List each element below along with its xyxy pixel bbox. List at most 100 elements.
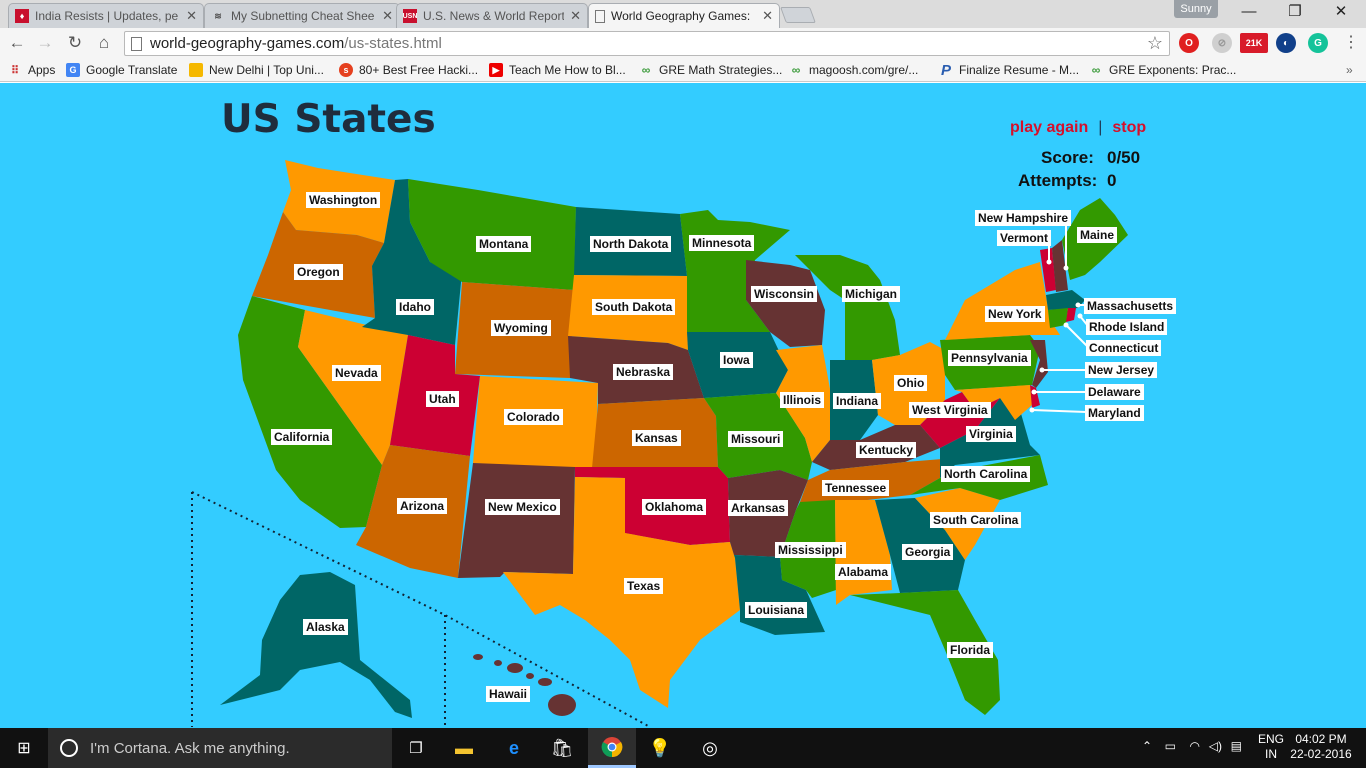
close-tab-icon[interactable]: ✕ xyxy=(570,8,581,24)
bookmark-gre-math[interactable]: ∞ GRE Math Strategies... xyxy=(639,62,783,78)
label-delaware[interactable]: Delaware xyxy=(1085,384,1144,400)
clock[interactable]: 04:02 PM 22-02-2016 xyxy=(1290,732,1352,762)
label-new-mexico[interactable]: New Mexico xyxy=(485,499,560,515)
tips-bulb-icon[interactable]: 💡 xyxy=(636,728,684,768)
tray-overflow-icon[interactable]: ⌃ xyxy=(1142,739,1152,753)
user-profile-button[interactable]: Sunny xyxy=(1174,0,1218,18)
windows-start-icon[interactable]: ⊞ xyxy=(0,728,48,768)
battery-icon[interactable]: ▭ xyxy=(1165,739,1176,753)
label-idaho[interactable]: Idaho xyxy=(396,299,434,315)
restore-icon[interactable]: ❐ xyxy=(1272,0,1318,26)
gmail-notifier-icon[interactable]: 21K xyxy=(1240,33,1268,53)
label-louisiana[interactable]: Louisiana xyxy=(745,602,808,618)
volume-icon[interactable]: ◁) xyxy=(1209,739,1222,753)
blue-extension-icon[interactable]: ◐ xyxy=(1276,33,1296,53)
label-arkansas[interactable]: Arkansas xyxy=(728,500,789,516)
media-player-icon[interactable]: ◎ xyxy=(686,728,734,768)
bookmarks-overflow-icon[interactable]: » xyxy=(1346,62,1353,78)
label-south-carolina[interactable]: South Carolina xyxy=(930,512,1022,528)
label-hawaii[interactable]: Hawaii xyxy=(486,686,531,702)
language-indicator[interactable]: ENG IN xyxy=(1254,732,1288,762)
label-washington[interactable]: Washington xyxy=(306,192,381,208)
label-michigan[interactable]: Michigan xyxy=(842,286,901,302)
tab-india-resists[interactable]: ♦ India Resists | Updates, pe ✕ xyxy=(8,3,204,28)
tab-usnews[interactable]: USN U.S. News & World Report ✕ xyxy=(396,3,588,28)
task-view-icon[interactable]: ❐ xyxy=(392,728,440,768)
wifi-icon[interactable]: ◠ xyxy=(1190,739,1200,753)
label-oregon[interactable]: Oregon xyxy=(294,264,343,280)
label-alaska[interactable]: Alaska xyxy=(303,619,348,635)
edge-icon[interactable]: e xyxy=(490,728,538,768)
bookmark-magoosh[interactable]: ∞ magoosh.com/gre/... xyxy=(789,62,919,78)
chrome-taskbar-icon[interactable] xyxy=(588,728,636,768)
grey-extension-icon[interactable]: ⊘ xyxy=(1212,33,1232,53)
home-icon[interactable]: ⌂ xyxy=(93,32,115,54)
bookmark-apps[interactable]: ⠿ Apps xyxy=(8,62,55,78)
chrome-menu-icon[interactable]: ⋮ xyxy=(1340,32,1362,54)
label-ohio[interactable]: Ohio xyxy=(894,375,928,391)
bookmark-teach-me[interactable]: ▶ Teach Me How to Bl... xyxy=(489,62,626,78)
label-mississippi[interactable]: Mississippi xyxy=(775,542,846,558)
play-again-link[interactable]: play again xyxy=(1010,119,1088,136)
close-tab-icon[interactable]: ✕ xyxy=(186,8,197,24)
label-california[interactable]: California xyxy=(271,429,333,445)
label-tennessee[interactable]: Tennessee xyxy=(822,480,890,496)
tab-subnetting[interactable]: ≋ My Subnetting Cheat Shee ✕ xyxy=(204,3,400,28)
state-hawaii[interactable] xyxy=(473,654,576,716)
label-rhode-island[interactable]: Rhode Island xyxy=(1086,319,1168,335)
label-wisconsin[interactable]: Wisconsin xyxy=(751,286,817,302)
label-new-york[interactable]: New York xyxy=(985,306,1045,322)
label-new-hampshire[interactable]: New Hampshire xyxy=(975,210,1072,226)
label-oklahoma[interactable]: Oklahoma xyxy=(642,499,707,515)
label-missouri[interactable]: Missouri xyxy=(728,431,784,447)
label-south-dakota[interactable]: South Dakota xyxy=(592,299,676,315)
cortana-search-box[interactable]: I'm Cortana. Ask me anything. xyxy=(48,728,392,768)
opera-extension-icon[interactable]: O xyxy=(1179,33,1199,53)
action-center-icon[interactable]: ▤ xyxy=(1231,739,1242,753)
label-illinois[interactable]: Illinois xyxy=(780,392,825,408)
grammarly-icon[interactable]: G xyxy=(1308,33,1328,53)
label-florida[interactable]: Florida xyxy=(947,642,994,658)
bookmark-new-delhi[interactable]: New Delhi | Top Uni... xyxy=(189,62,324,78)
back-arrow-icon[interactable]: ← xyxy=(6,32,28,54)
label-kentucky[interactable]: Kentucky xyxy=(856,442,917,458)
close-tab-icon[interactable]: ✕ xyxy=(762,8,773,24)
label-montana[interactable]: Montana xyxy=(476,236,532,252)
close-window-icon[interactable]: ✕ xyxy=(1318,0,1364,26)
file-explorer-icon[interactable]: ▬ xyxy=(440,728,488,768)
label-kansas[interactable]: Kansas xyxy=(632,430,681,446)
state-new-mexico[interactable] xyxy=(458,463,575,578)
new-tab-button[interactable] xyxy=(780,7,816,23)
label-utah[interactable]: Utah xyxy=(426,391,459,407)
state-new-york[interactable] xyxy=(945,262,1060,340)
label-north-carolina[interactable]: North Carolina xyxy=(941,466,1031,482)
bookmark-google-translate[interactable]: G Google Translate xyxy=(66,62,177,78)
label-connecticut[interactable]: Connecticut xyxy=(1086,340,1162,356)
label-indiana[interactable]: Indiana xyxy=(833,393,882,409)
label-maine[interactable]: Maine xyxy=(1077,227,1118,243)
store-icon[interactable]: 🛍 xyxy=(538,728,586,768)
tab-world-geography-games[interactable]: World Geography Games: ✕ xyxy=(588,3,780,28)
bookmark-resume[interactable]: P Finalize Resume - M... xyxy=(939,62,1079,79)
bookmark-star-icon[interactable]: ☆ xyxy=(1147,33,1163,54)
label-alabama[interactable]: Alabama xyxy=(835,564,892,580)
label-wyoming[interactable]: Wyoming xyxy=(491,320,551,336)
label-georgia[interactable]: Georgia xyxy=(902,544,954,560)
address-bar[interactable]: world-geography-games.com/us-states.html… xyxy=(124,31,1170,56)
label-new-jersey[interactable]: New Jersey xyxy=(1085,362,1158,378)
label-north-dakota[interactable]: North Dakota xyxy=(590,236,672,252)
label-nevada[interactable]: Nevada xyxy=(332,365,381,381)
bookmark-gre-exponents[interactable]: ∞ GRE Exponents: Prac... xyxy=(1089,62,1237,78)
label-virginia[interactable]: Virginia xyxy=(966,426,1016,442)
forward-arrow-icon[interactable]: → xyxy=(34,32,56,54)
label-west-virginia[interactable]: West Virginia xyxy=(909,402,991,418)
label-massachusetts[interactable]: Massachusetts xyxy=(1084,298,1177,314)
close-tab-icon[interactable]: ✕ xyxy=(382,8,393,24)
label-nebraska[interactable]: Nebraska xyxy=(613,364,674,380)
label-arizona[interactable]: Arizona xyxy=(397,498,448,514)
label-texas[interactable]: Texas xyxy=(624,578,664,594)
label-maryland[interactable]: Maryland xyxy=(1085,405,1144,421)
bookmark-hacking[interactable]: s 80+ Best Free Hacki... xyxy=(339,62,478,78)
stop-link[interactable]: stop xyxy=(1112,119,1146,136)
label-pennsylvania[interactable]: Pennsylvania xyxy=(948,350,1031,366)
